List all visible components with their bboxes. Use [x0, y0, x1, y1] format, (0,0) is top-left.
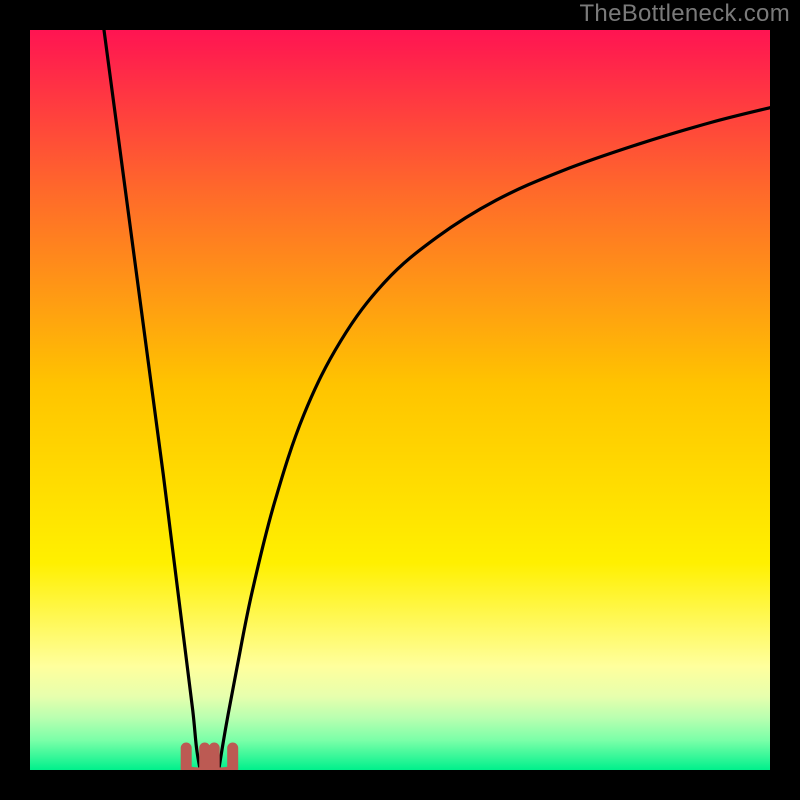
chart-stage: TheBottleneck.com [0, 0, 800, 800]
black-frame [0, 0, 800, 800]
attribution-text: TheBottleneck.com [579, 0, 790, 28]
